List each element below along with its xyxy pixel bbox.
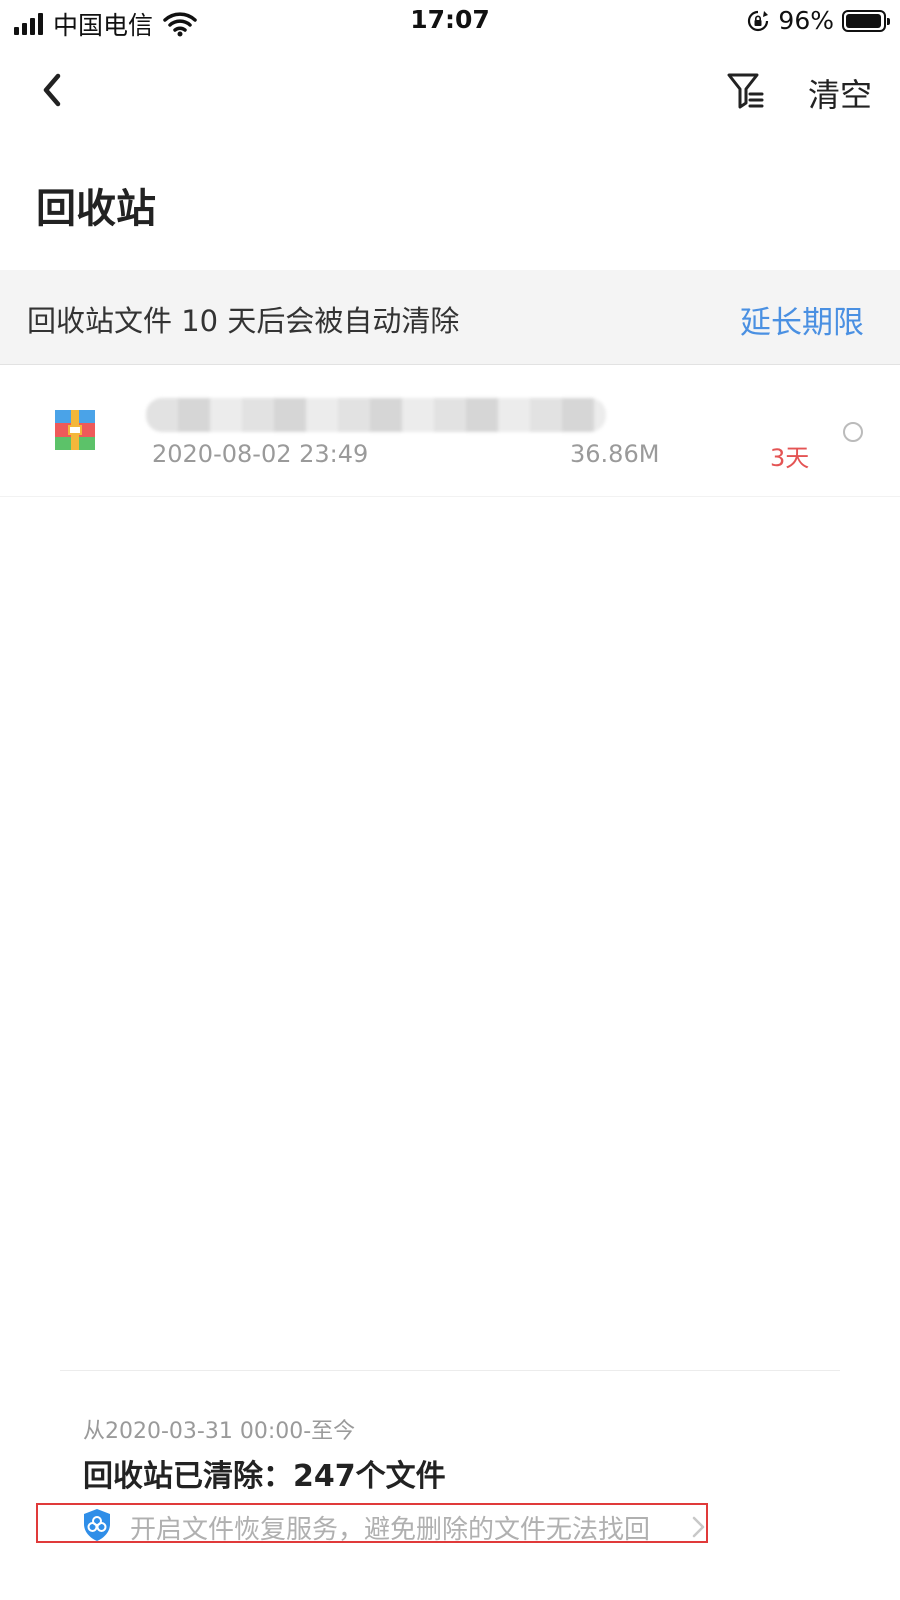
shield-icon: [84, 1509, 110, 1541]
file-size: 36.86M: [570, 440, 660, 468]
file-select-radio[interactable]: [843, 422, 863, 442]
battery-icon: [842, 9, 890, 32]
cleared-count-text: 回收站已清除：247个文件: [83, 1459, 446, 1494]
notice-text: 回收站文件 10 天后会被自动清除: [27, 304, 460, 338]
status-right: 96%: [746, 6, 890, 35]
recovery-promo-text: 开启文件恢复服务，避免删除的文件无法找回: [130, 1515, 651, 1545]
recycle-bin-page: 中国电信 17:07 96% 清空 回收站 回收站文件 10 天后会被自动清除 …: [0, 0, 900, 1600]
file-row[interactable]: 2020-08-02 23:49 36.86M 3天: [0, 366, 900, 497]
battery-percent: 96%: [778, 6, 834, 35]
battery-cap: [887, 17, 890, 25]
extend-period-link[interactable]: 延长期限: [740, 297, 864, 342]
file-name-blurred: [146, 398, 606, 432]
chevron-right-icon[interactable]: [690, 1514, 708, 1540]
nav-bar: 清空: [0, 50, 900, 130]
status-bar: 中国电信 17:07 96%: [0, 0, 900, 46]
zip-archive-icon: [55, 410, 95, 450]
clear-button[interactable]: 清空: [808, 70, 872, 116]
since-date-text: 从2020-03-31 00:00-至今: [83, 1419, 356, 1444]
file-recovery-promo[interactable]: 开启文件恢复服务，避免删除的文件无法找回: [36, 1503, 708, 1545]
file-date: 2020-08-02 23:49: [152, 440, 369, 468]
page-title: 回收站: [36, 186, 156, 232]
back-chevron-icon[interactable]: [34, 68, 74, 112]
file-days-left: 3天: [770, 444, 810, 472]
battery-fill: [846, 13, 881, 28]
filter-icon[interactable]: [726, 70, 766, 112]
rotation-lock-icon: [748, 10, 769, 31]
auto-clear-notice: 回收站文件 10 天后会被自动清除 延长期限: [0, 270, 900, 365]
divider: [60, 1370, 840, 1371]
